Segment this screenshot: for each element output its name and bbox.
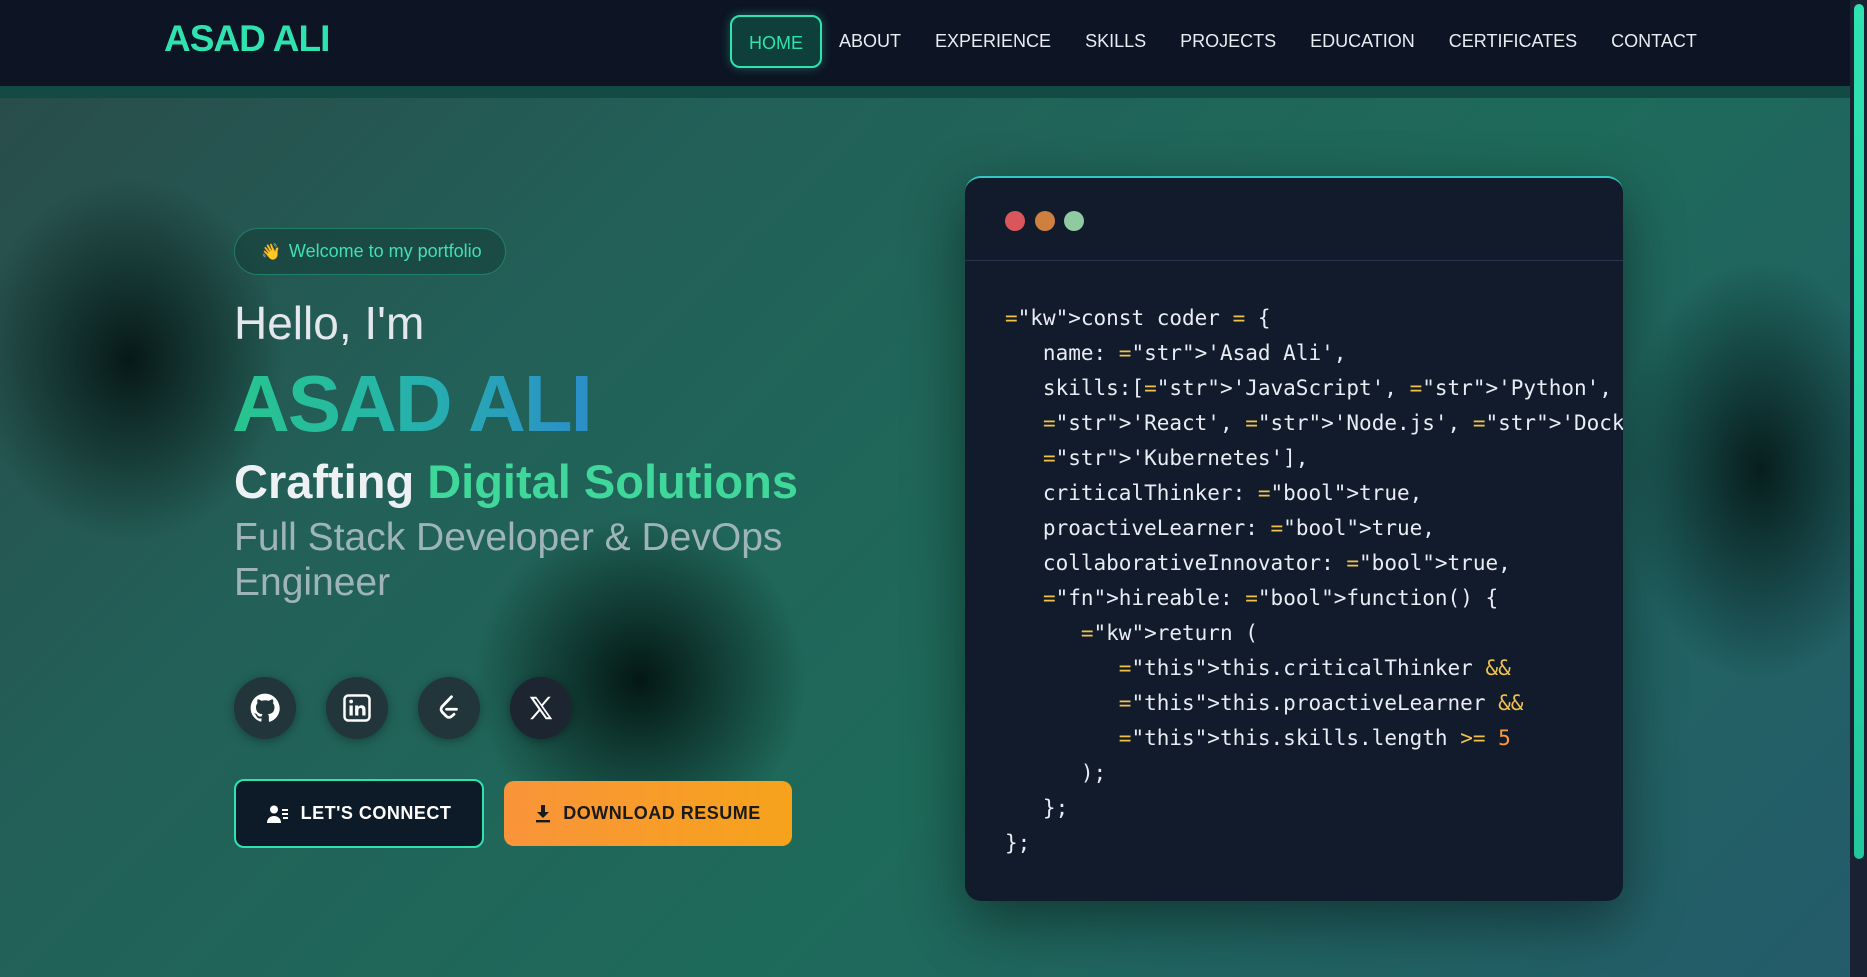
code-line: ); [1005, 761, 1107, 785]
code-line: ="this">this.proactiveLearner && [1118, 691, 1524, 715]
code-window-titlebar [965, 178, 1623, 261]
leetcode-icon [439, 695, 458, 719]
nav-item-education[interactable]: EDUCATION [1293, 15, 1432, 68]
leetcode-link[interactable] [418, 677, 480, 739]
nav-item-certificates[interactable]: CERTIFICATES [1432, 15, 1594, 68]
lets-connect-label: LET'S CONNECT [300, 803, 452, 823]
tagline-highlight: Digital Solutions [427, 455, 798, 508]
code-line: ="kw">const coder = { [1005, 306, 1271, 330]
code-line: ="kw">return ( [1080, 621, 1258, 645]
welcome-badge: 👋 Welcome to my portfolio [234, 228, 506, 275]
nav-item-contact[interactable]: CONTACT [1594, 15, 1714, 68]
code-line: }; [1005, 831, 1031, 855]
navbar: ASAD ALI HOME ABOUT EXPERIENCE SKILLS PR… [0, 0, 1850, 98]
x-icon [529, 696, 553, 720]
code-line: ="fn">hireable: ="bool">function() { [1042, 586, 1499, 610]
greeting: Hello, I'm [234, 297, 425, 349]
code-line: skills:[="str">'JavaScript', ="str">'Pyt… [1005, 376, 1623, 400]
download-resume-label: DOWNLOAD RESUME [563, 803, 761, 823]
code-line: collaborativeInnovator: ="bool">true, [1005, 551, 1511, 575]
welcome-badge-text: Welcome to my portfolio [288, 241, 482, 261]
download-resume-button[interactable]: DOWNLOAD RESUME [504, 781, 792, 846]
download-icon [535, 804, 551, 823]
code-line: ="this">this.skills.length >= 5 [1118, 726, 1511, 750]
tagline-word: Crafting [234, 455, 415, 508]
code-line: name: ="str">'Asad Ali', [1005, 341, 1347, 365]
x-link[interactable] [510, 677, 572, 739]
role-title: Full Stack Developer & DevOps Engineer [234, 516, 783, 604]
user-contact-icon [266, 804, 289, 824]
code-line: ="str">'Kubernetes'], [1042, 446, 1309, 470]
nav-item-about[interactable]: ABOUT [822, 15, 918, 68]
github-link[interactable] [234, 677, 296, 739]
site-logo[interactable]: ASAD ALI [164, 18, 330, 60]
scrollbar-thumb[interactable] [1854, 4, 1864, 859]
nav-item-experience[interactable]: EXPERIENCE [918, 15, 1068, 68]
nav-item-skills[interactable]: SKILLS [1068, 15, 1163, 68]
linkedin-icon [343, 694, 371, 722]
scrollbar-track[interactable] [1850, 0, 1867, 977]
tagline: Crafting Digital Solutions [234, 454, 798, 509]
waving-hand-icon: 👋 [261, 244, 281, 261]
linkedin-link[interactable] [326, 677, 388, 739]
code-snippet: ="kw">const coder = { name: ="str">'Asad… [1005, 301, 1623, 861]
github-icon [250, 693, 280, 722]
code-line: ="this">this.criticalThinker && [1118, 656, 1511, 680]
lets-connect-button[interactable]: LET'S CONNECT [234, 779, 484, 848]
nav-menu: HOME ABOUT EXPERIENCE SKILLS PROJECTS ED… [730, 15, 1714, 68]
hero-name: ASAD ALI [232, 359, 593, 448]
close-dot-icon [1005, 211, 1025, 231]
maximize-dot-icon [1064, 211, 1084, 231]
code-line: proactiveLearner: ="bool">true, [1005, 516, 1435, 540]
code-line: ="str">'React', ="str">'Node.js', ="str"… [1042, 411, 1623, 435]
nav-item-home[interactable]: HOME [730, 15, 822, 68]
code-line: criticalThinker: ="bool">true, [1005, 481, 1423, 505]
social-links [234, 677, 602, 739]
nav-item-projects[interactable]: PROJECTS [1163, 15, 1293, 68]
code-line: }; [1005, 796, 1069, 820]
minimize-dot-icon [1035, 211, 1055, 231]
code-window: ="kw">const coder = { name: ="str">'Asad… [965, 176, 1623, 901]
